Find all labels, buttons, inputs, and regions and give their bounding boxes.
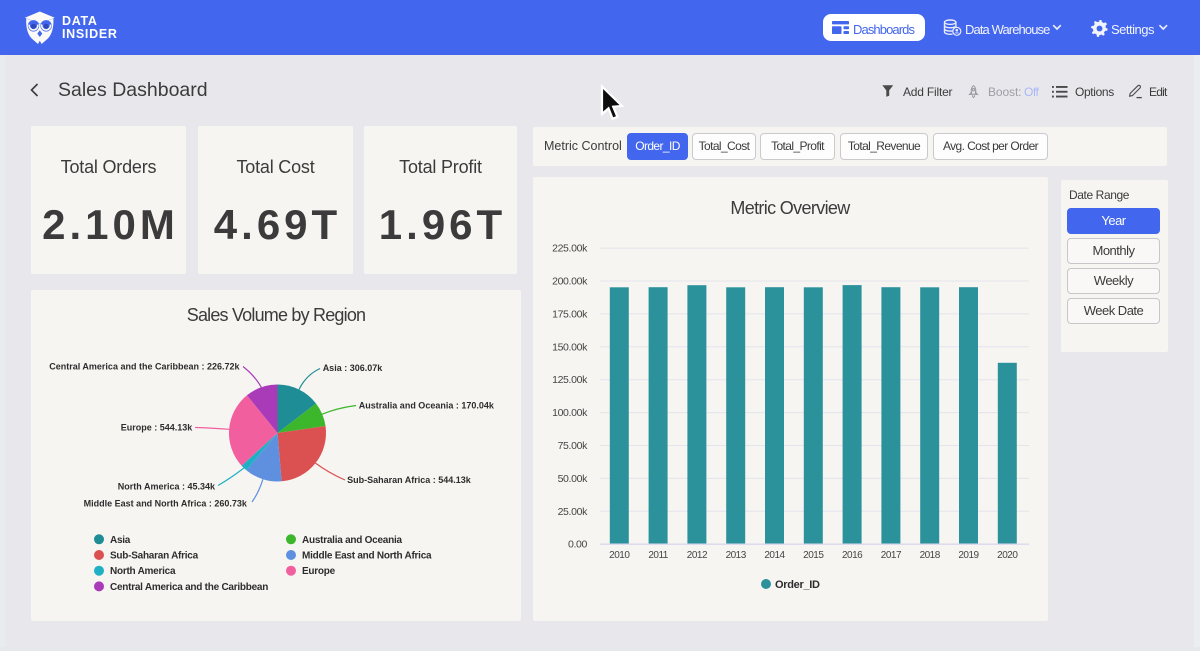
svg-text:2012: 2012 bbox=[687, 550, 708, 561]
svg-text:2010: 2010 bbox=[609, 550, 630, 561]
svg-text:50.00k: 50.00k bbox=[558, 473, 589, 485]
svg-text:Middle East and North Africa :: Middle East and North Africa : 260.73k bbox=[84, 499, 248, 509]
svg-text:Australia and Oceania: Australia and Oceania bbox=[302, 535, 402, 546]
svg-text:Asia: Asia bbox=[110, 535, 131, 546]
svg-text:2017: 2017 bbox=[881, 550, 902, 561]
svg-text:150.00k: 150.00k bbox=[552, 341, 588, 353]
svg-text:Central America and the Caribb: Central America and the Caribbean : 226.… bbox=[49, 362, 240, 372]
svg-text:2015: 2015 bbox=[803, 550, 824, 561]
svg-text:Europe : 544.13k: Europe : 544.13k bbox=[121, 423, 194, 433]
svg-text:2011: 2011 bbox=[648, 550, 668, 561]
svg-text:75.00k: 75.00k bbox=[558, 440, 589, 452]
svg-text:2016: 2016 bbox=[842, 550, 863, 561]
svg-text:2018: 2018 bbox=[920, 550, 941, 561]
svg-text:25.00k: 25.00k bbox=[558, 506, 589, 518]
svg-text:2019: 2019 bbox=[958, 550, 979, 561]
svg-text:125.00k: 125.00k bbox=[552, 374, 588, 386]
svg-text:Sales Volume by Region: Sales Volume by Region bbox=[187, 305, 366, 325]
svg-text:225.00k: 225.00k bbox=[552, 243, 588, 255]
svg-text:2013: 2013 bbox=[726, 550, 747, 561]
svg-text:100.00k: 100.00k bbox=[552, 407, 588, 419]
svg-text:Central America and the Caribb: Central America and the Caribbean bbox=[110, 582, 268, 593]
svg-text:Metric Overview: Metric Overview bbox=[730, 198, 851, 218]
svg-text:200.00k: 200.00k bbox=[552, 276, 588, 288]
svg-text:Australia and Oceania : 170.04: Australia and Oceania : 170.04k bbox=[359, 401, 495, 411]
svg-text:North America : 45.34k: North America : 45.34k bbox=[118, 482, 216, 492]
svg-text:0.00: 0.00 bbox=[568, 539, 588, 551]
svg-text:175.00k: 175.00k bbox=[552, 308, 588, 320]
svg-text:2020: 2020 bbox=[997, 550, 1018, 561]
svg-text:Sub-Saharan Africa : 544.13k: Sub-Saharan Africa : 544.13k bbox=[347, 475, 472, 485]
svg-text:Order_ID: Order_ID bbox=[775, 579, 820, 591]
svg-text:2014: 2014 bbox=[764, 550, 785, 561]
svg-text:North America: North America bbox=[110, 566, 176, 577]
svg-text:Middle East and North Africa: Middle East and North Africa bbox=[302, 551, 432, 562]
svg-text:Asia : 306.07k: Asia : 306.07k bbox=[323, 363, 384, 373]
svg-text:Sub-Saharan Africa: Sub-Saharan Africa bbox=[110, 551, 199, 562]
svg-text:Europe: Europe bbox=[302, 566, 336, 577]
